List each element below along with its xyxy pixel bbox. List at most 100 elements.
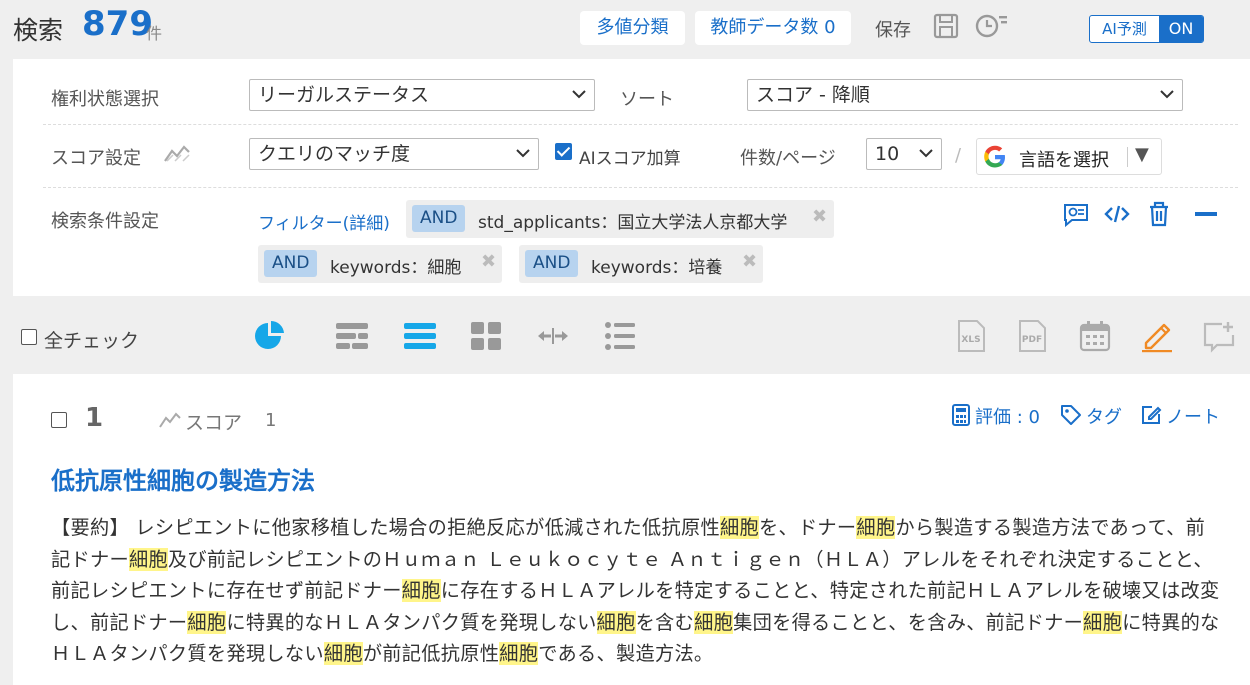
abstract-text: 集団を得ることと、を含み、前記ドナー (733, 610, 1084, 634)
result-card: 1 スコア 1 評価 : 0 タグ ノート 低抗原性細胞の製造方法 【要約】 レ… (13, 374, 1250, 685)
abstract-text: である、製造方法。 (538, 642, 714, 665)
bullet-list-icon[interactable] (603, 319, 637, 353)
dropdown-arrow-icon: ▼ (1135, 144, 1149, 165)
rights-status-value: リーガルステータス (258, 84, 430, 106)
filter-chip[interactable]: AND std_applicants：国立大学法人京都大学 ✖ (406, 200, 834, 238)
add-window-icon[interactable] (1202, 319, 1236, 353)
pie-chart-icon[interactable] (252, 319, 286, 353)
chevron-down-icon (516, 149, 530, 158)
list-compact-icon[interactable] (403, 319, 437, 353)
page-title: 検索 (13, 16, 64, 45)
history-icon[interactable] (974, 12, 1008, 40)
score-value: 1 (265, 410, 277, 431)
keyword-highlight: 細胞 (323, 642, 363, 665)
filter-text: keywords：培養 (591, 258, 723, 278)
result-number: 1 (85, 403, 104, 433)
check-all-label[interactable]: 全チェック (44, 326, 139, 353)
multi-class-button[interactable]: 多値分類 (580, 11, 685, 45)
and-operator-badge[interactable]: AND (412, 205, 466, 232)
grid-icon[interactable] (469, 319, 503, 353)
check-all-checkbox[interactable] (21, 329, 37, 345)
filter-detail-link[interactable]: フィルター(詳細) (258, 209, 390, 234)
save-icon[interactable] (933, 13, 959, 39)
language-selector[interactable]: 言語を選択 ▼ (976, 138, 1162, 175)
list-detailed-icon[interactable] (335, 319, 369, 353)
filter-text: std_applicants：国立大学法人京都大学 (478, 213, 788, 233)
and-operator-badge[interactable]: AND (264, 250, 318, 277)
abstract-text: に特異的なＨＬＡタンパク質を発現しない (226, 610, 597, 634)
score-setting-select[interactable]: クエリのマッチ度 (249, 138, 539, 170)
search-settings-panel: 権利状態選択 リーガルステータス ソート スコア - 降順 スコア設定 クエリの… (13, 59, 1250, 296)
xls-export-icon[interactable]: XLS (954, 319, 988, 353)
result-abstract: 【要約】 レシピエントに他家移植した場合の拒絶反応が低減された低抗原性細胞を、ド… (51, 512, 1221, 670)
calendar-icon[interactable] (1078, 319, 1112, 353)
remove-filter-icon[interactable]: ✖ (812, 206, 827, 227)
pdf-export-icon[interactable]: PDF (1015, 319, 1049, 353)
divider (1127, 147, 1128, 167)
remove-filter-icon[interactable]: ✖ (742, 251, 757, 272)
rating-button[interactable]: 評価 : 0 (951, 403, 1040, 429)
rights-status-select[interactable]: リーガルステータス (249, 79, 595, 111)
ai-score-label[interactable]: AIスコア加算 (579, 144, 681, 169)
sort-label: ソート (620, 89, 674, 110)
sort-value: スコア - 降順 (756, 84, 870, 106)
result-title-link[interactable]: 低抗原性細胞の製造方法 (51, 461, 315, 496)
ai-score-checkbox[interactable] (555, 143, 572, 160)
keyword-highlight: 細胞 (856, 516, 896, 539)
abstract-text: が前記低抗原性 (362, 642, 500, 665)
abstract-text: 【要約】 レシピエントに他家移植した場合の拒絶反応が低減された低抗原性 (51, 516, 720, 539)
rights-status-label: 権利状態選択 (51, 89, 159, 110)
sort-select[interactable]: スコア - 降順 (747, 79, 1183, 111)
note-label: ノート (1166, 407, 1220, 428)
calculator-icon (952, 404, 970, 426)
code-icon[interactable] (1103, 200, 1131, 228)
note-edit-icon (1142, 406, 1162, 424)
google-icon (984, 145, 1005, 168)
view-toolbar: 全チェック XLS PDF (0, 297, 1250, 373)
collapse-icon[interactable] (1192, 200, 1220, 228)
per-page-label: 件数/ページ (740, 148, 836, 169)
ai-predict-toggle[interactable]: AI予測 ON (1089, 15, 1204, 43)
top-bar: 検索 879 件 多値分類 教師データ数 0 保存 AI予測 ON (0, 0, 1250, 58)
trend-icon (164, 145, 190, 162)
trash-icon[interactable] (1145, 200, 1173, 228)
result-checkbox[interactable] (51, 412, 67, 428)
save-label[interactable]: 保存 (875, 16, 911, 42)
per-page-select[interactable]: 10 (866, 138, 942, 170)
ai-predict-label: AI予測 (1102, 20, 1147, 38)
filter-chip[interactable]: AND keywords：細胞 ✖ (258, 245, 502, 283)
chevron-down-icon (1160, 90, 1174, 99)
edit-icon[interactable] (1140, 319, 1174, 353)
tag-icon (1061, 405, 1081, 425)
abstract-text: を含む (635, 610, 695, 634)
tag-button[interactable]: タグ (1060, 403, 1122, 429)
note-button[interactable]: ノート (1140, 403, 1220, 429)
score-setting-label: スコア設定 (51, 148, 141, 169)
divider (43, 124, 1238, 125)
remove-filter-icon[interactable]: ✖ (481, 251, 496, 272)
abstract-text: を、ドナー (758, 516, 857, 539)
result-count-unit: 件 (146, 24, 163, 43)
ai-predict-state: ON (1159, 16, 1203, 42)
filter-chip[interactable]: AND keywords：培養 ✖ (519, 245, 763, 283)
teacher-data-button[interactable]: 教師データ数 0 (695, 11, 851, 45)
chevron-down-icon (572, 90, 586, 99)
result-count: 879 (82, 4, 153, 44)
keyword-highlight: 細胞 (694, 610, 734, 634)
keyword-highlight: 細胞 (1083, 610, 1123, 634)
keyword-highlight: 細胞 (499, 642, 539, 665)
query-comment-icon[interactable] (1062, 200, 1090, 228)
score-setting-value: クエリのマッチ度 (258, 143, 411, 165)
per-page-value: 10 (875, 143, 900, 165)
svg-text:PDF: PDF (1022, 335, 1042, 345)
score-label: スコア (185, 412, 243, 434)
expand-horizontal-icon[interactable] (536, 319, 570, 353)
keyword-highlight: 細胞 (719, 516, 759, 539)
score-trend-icon (159, 412, 181, 428)
chevron-down-icon (919, 149, 933, 158)
slash-separator: / (955, 145, 962, 166)
search-conditions-label: 検索条件設定 (51, 211, 159, 232)
keyword-highlight: 細胞 (596, 610, 636, 634)
and-operator-badge[interactable]: AND (525, 250, 579, 277)
language-label: 言語を選択 (1019, 150, 1109, 171)
